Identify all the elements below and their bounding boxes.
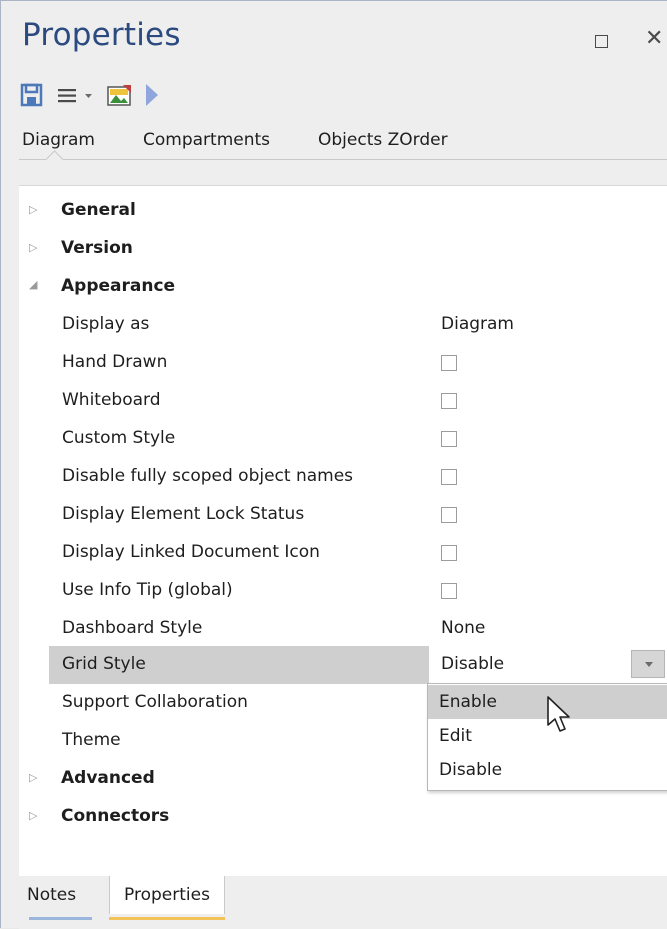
- expand-arrow-icon[interactable]: ▷: [29, 241, 37, 254]
- tab-diagram[interactable]: Diagram: [22, 130, 95, 150]
- expand-arrow-icon[interactable]: ▷: [29, 809, 37, 822]
- dropdown-button[interactable]: [631, 650, 665, 678]
- property-label: Theme: [62, 730, 121, 750]
- properties-window: Properties ✕ Diagram Compartments Object…: [0, 0, 667, 929]
- category-general[interactable]: ▷ General: [19, 192, 667, 230]
- property-label: Grid Style: [62, 654, 146, 674]
- property-label: Display Element Lock Status: [62, 504, 305, 524]
- save-icon[interactable]: [20, 82, 44, 108]
- property-display-as[interactable]: Display as Diagram: [19, 306, 667, 344]
- lock-status-checkbox[interactable]: [441, 507, 457, 523]
- maximize-button[interactable]: [595, 35, 608, 48]
- property-label: Custom Style: [62, 428, 176, 448]
- notes-tab-indicator: [29, 917, 92, 920]
- expand-arrow-icon[interactable]: ▷: [29, 203, 37, 216]
- play-icon[interactable]: [143, 82, 161, 108]
- property-label: Whiteboard: [62, 390, 161, 410]
- active-tab-indicator: [45, 150, 64, 169]
- property-value[interactable]: None: [441, 618, 485, 638]
- collapse-arrow-icon[interactable]: ◢: [29, 278, 37, 291]
- category-label: Advanced: [61, 768, 155, 788]
- hand-drawn-checkbox[interactable]: [441, 355, 457, 371]
- mouse-cursor-icon: [547, 696, 570, 732]
- expand-arrow-icon[interactable]: ▷: [29, 771, 37, 784]
- category-label: Version: [61, 238, 133, 258]
- property-grid-style[interactable]: Grid Style Disable: [19, 646, 667, 684]
- tab-properties[interactable]: Properties: [109, 876, 225, 914]
- category-version[interactable]: ▷ Version: [19, 230, 667, 268]
- grid-style-select[interactable]: Disable: [441, 654, 504, 674]
- property-dashboard-style[interactable]: Dashboard Style None: [19, 610, 667, 648]
- property-hand-drawn[interactable]: Hand Drawn: [19, 344, 667, 382]
- tab-notes[interactable]: Notes: [27, 876, 76, 914]
- close-button[interactable]: ✕: [645, 28, 663, 50]
- tab-objects-zorder[interactable]: Objects ZOrder: [318, 130, 448, 150]
- whiteboard-checkbox[interactable]: [441, 393, 457, 409]
- image-icon[interactable]: [106, 82, 134, 108]
- category-label: Appearance: [61, 276, 176, 296]
- category-label: General: [61, 200, 136, 220]
- property-label: Disable fully scoped object names: [62, 466, 354, 486]
- property-linked-document-icon[interactable]: Display Linked Document Icon: [19, 534, 667, 572]
- property-label: Display Linked Document Icon: [62, 542, 320, 562]
- linked-document-checkbox[interactable]: [441, 545, 457, 561]
- property-custom-style[interactable]: Custom Style: [19, 420, 667, 458]
- property-label: Use Info Tip (global): [62, 580, 233, 600]
- window-title: Properties: [22, 17, 181, 53]
- chevron-down-icon[interactable]: [83, 82, 95, 108]
- property-label: Hand Drawn: [62, 352, 168, 372]
- category-connectors[interactable]: ▷ Connectors: [19, 798, 667, 836]
- tab-divider: [19, 159, 667, 160]
- active-tab-indicator: [109, 917, 225, 920]
- property-disable-scoped-names[interactable]: Disable fully scoped object names: [19, 458, 667, 496]
- custom-style-checkbox[interactable]: [441, 431, 457, 447]
- category-label: Connectors: [61, 806, 170, 826]
- property-whiteboard[interactable]: Whiteboard: [19, 382, 667, 420]
- property-value[interactable]: Diagram: [441, 314, 514, 334]
- menu-icon[interactable]: [56, 82, 80, 108]
- info-tip-checkbox[interactable]: [441, 583, 457, 599]
- tab-compartments[interactable]: Compartments: [143, 130, 270, 150]
- property-label: Dashboard Style: [62, 618, 203, 638]
- property-lock-status[interactable]: Display Element Lock Status: [19, 496, 667, 534]
- property-info-tip[interactable]: Use Info Tip (global): [19, 572, 667, 610]
- property-label: Display as: [62, 314, 150, 334]
- category-appearance[interactable]: ◢ Appearance: [19, 268, 667, 306]
- disable-scoped-names-checkbox[interactable]: [441, 469, 457, 485]
- property-label: Support Collaboration: [62, 692, 248, 712]
- bottom-tab-strip: Notes Properties: [19, 876, 667, 929]
- option-disable[interactable]: Disable: [428, 753, 667, 787]
